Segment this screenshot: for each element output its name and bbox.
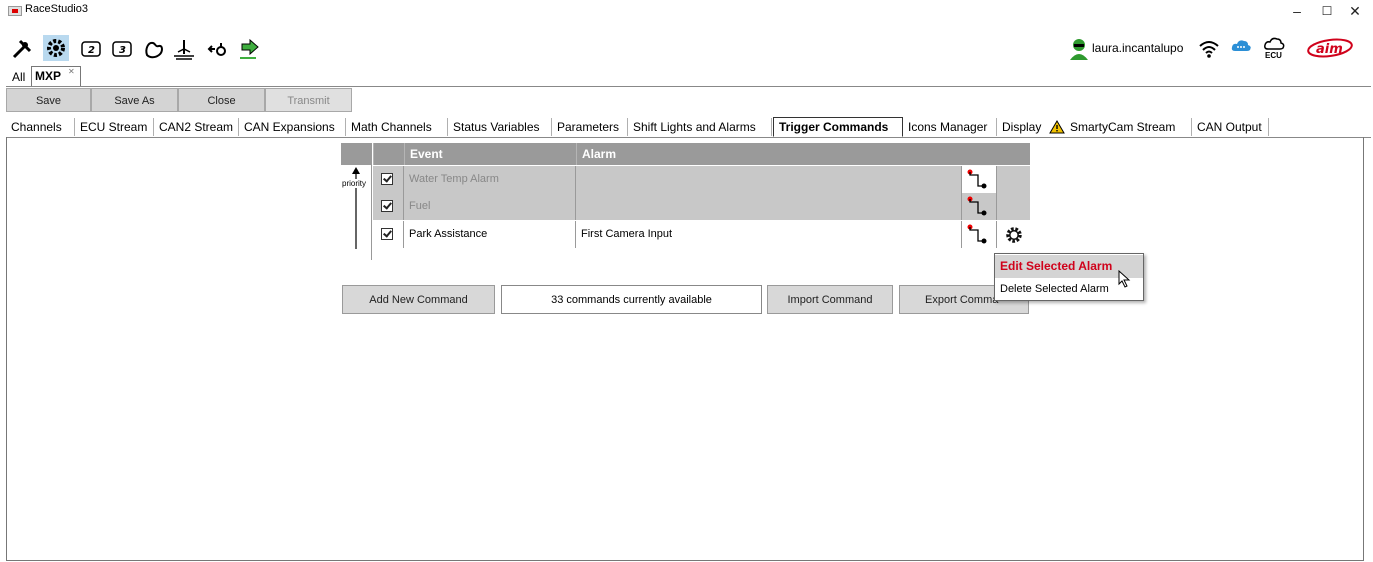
row-event: Park Assistance <box>404 221 576 248</box>
aim-logo-icon: aim <box>1307 38 1353 58</box>
header-priority-col <box>341 143 372 165</box>
row-alarm: First Camera Input <box>576 221 962 248</box>
ecu-cloud-icon[interactable]: ECU <box>1263 36 1285 64</box>
tab-can2-stream[interactable]: CAN2 Stream <box>154 118 239 136</box>
checkbox-checked[interactable] <box>381 228 393 240</box>
tab-smartycam-stream[interactable]: SmartyCam Stream <box>1065 118 1192 136</box>
wifi-icon[interactable] <box>1198 38 1220 60</box>
row-checkbox[interactable] <box>373 166 404 193</box>
water-level-icon[interactable] <box>172 37 196 61</box>
config-tabstrip: Channels ECU Stream CAN2 Stream CAN Expa… <box>6 117 1371 138</box>
tab-channels[interactable]: Channels <box>6 118 75 136</box>
user-avatar-icon <box>1068 38 1090 60</box>
checkbox-checked[interactable] <box>381 173 393 185</box>
save-as-button[interactable]: Save As <box>91 88 178 112</box>
output-switch-icon[interactable] <box>962 221 997 248</box>
import-command-button[interactable]: Import Command <box>767 285 893 314</box>
close-tab-icon[interactable]: ✕ <box>68 67 75 76</box>
row-event: Water Temp Alarm <box>404 166 576 193</box>
divider <box>6 86 1371 87</box>
header-check-col <box>373 143 404 165</box>
table-row[interactable]: Fuel <box>373 193 1030 220</box>
table-row[interactable]: Park Assistance First Camera Input <box>373 221 1030 248</box>
priority-label: priority <box>342 179 367 188</box>
device-3-icon[interactable]: 3 <box>110 37 134 61</box>
mouse-cursor-icon <box>1118 269 1132 288</box>
tab-mxp-label: MXP <box>35 69 62 83</box>
header-event: Event <box>404 143 576 165</box>
minimize-button[interactable]: – <box>1282 2 1312 20</box>
row-settings-empty <box>997 193 1030 220</box>
row-settings-empty <box>997 166 1030 193</box>
tab-parameters[interactable]: Parameters <box>552 118 628 136</box>
settings-gear-icon[interactable] <box>997 221 1030 248</box>
priority-indicator: priority <box>341 165 372 260</box>
tab-icons-manager[interactable]: Icons Manager <box>903 118 997 136</box>
transfer-icon[interactable] <box>205 37 229 61</box>
tab-trigger-commands[interactable]: Trigger Commands <box>773 117 903 137</box>
window-title: RaceStudio3 <box>25 3 88 15</box>
tab-ecu-stream[interactable]: ECU Stream <box>75 118 154 136</box>
svg-text:3: 3 <box>119 45 126 56</box>
tab-math-channels[interactable]: Math Channels <box>346 118 448 136</box>
row-checkbox[interactable] <box>373 193 404 220</box>
header-alarm: Alarm <box>576 143 1030 165</box>
title-bar: RaceStudio3 – ☐ ✕ <box>0 0 1373 20</box>
track-map-icon[interactable] <box>142 37 166 61</box>
tab-can-expansions[interactable]: CAN Expansions <box>239 118 346 136</box>
user-name[interactable]: laura.incantalupo <box>1092 41 1183 55</box>
cloud-icon[interactable] <box>1230 37 1252 55</box>
output-switch-icon[interactable] <box>962 166 997 193</box>
close-button[interactable]: Close <box>178 88 265 112</box>
wrench-icon[interactable] <box>10 37 34 61</box>
maximize-button[interactable]: ☐ <box>1312 2 1342 20</box>
commands-available-counter: 33 commands currently available <box>501 285 762 314</box>
add-new-command-button[interactable]: Add New Command <box>342 285 495 314</box>
row-event: Fuel <box>404 193 576 220</box>
tab-display[interactable]: Display <box>997 118 1049 136</box>
device-2-icon[interactable]: 2 <box>79 37 103 61</box>
svg-text:2: 2 <box>88 45 95 56</box>
tab-all[interactable]: All <box>12 70 25 84</box>
output-switch-icon[interactable] <box>962 193 997 220</box>
close-window-button[interactable]: ✕ <box>1340 2 1370 20</box>
app-logo-icon <box>8 6 22 16</box>
tab-can-output[interactable]: CAN Output <box>1192 118 1269 136</box>
table-row[interactable]: Water Temp Alarm <box>373 166 1030 193</box>
svg-text:aim: aim <box>1316 42 1343 57</box>
row-alarm <box>576 166 962 193</box>
tab-shift-lights-alarms[interactable]: Shift Lights and Alarms <box>628 118 772 136</box>
row-alarm <box>576 193 962 220</box>
gear-icon[interactable] <box>43 35 69 61</box>
checkbox-checked[interactable] <box>381 200 393 212</box>
ecu-label: ECU <box>1265 51 1282 60</box>
save-button[interactable]: Save <box>6 88 91 112</box>
tab-status-variables[interactable]: Status Variables <box>448 118 552 136</box>
download-icon[interactable] <box>236 37 260 61</box>
warning-icon <box>1049 120 1065 134</box>
tab-mxp[interactable]: MXP ✕ <box>31 66 81 86</box>
row-checkbox[interactable] <box>373 221 404 248</box>
transmit-button[interactable]: Transmit <box>265 88 352 112</box>
